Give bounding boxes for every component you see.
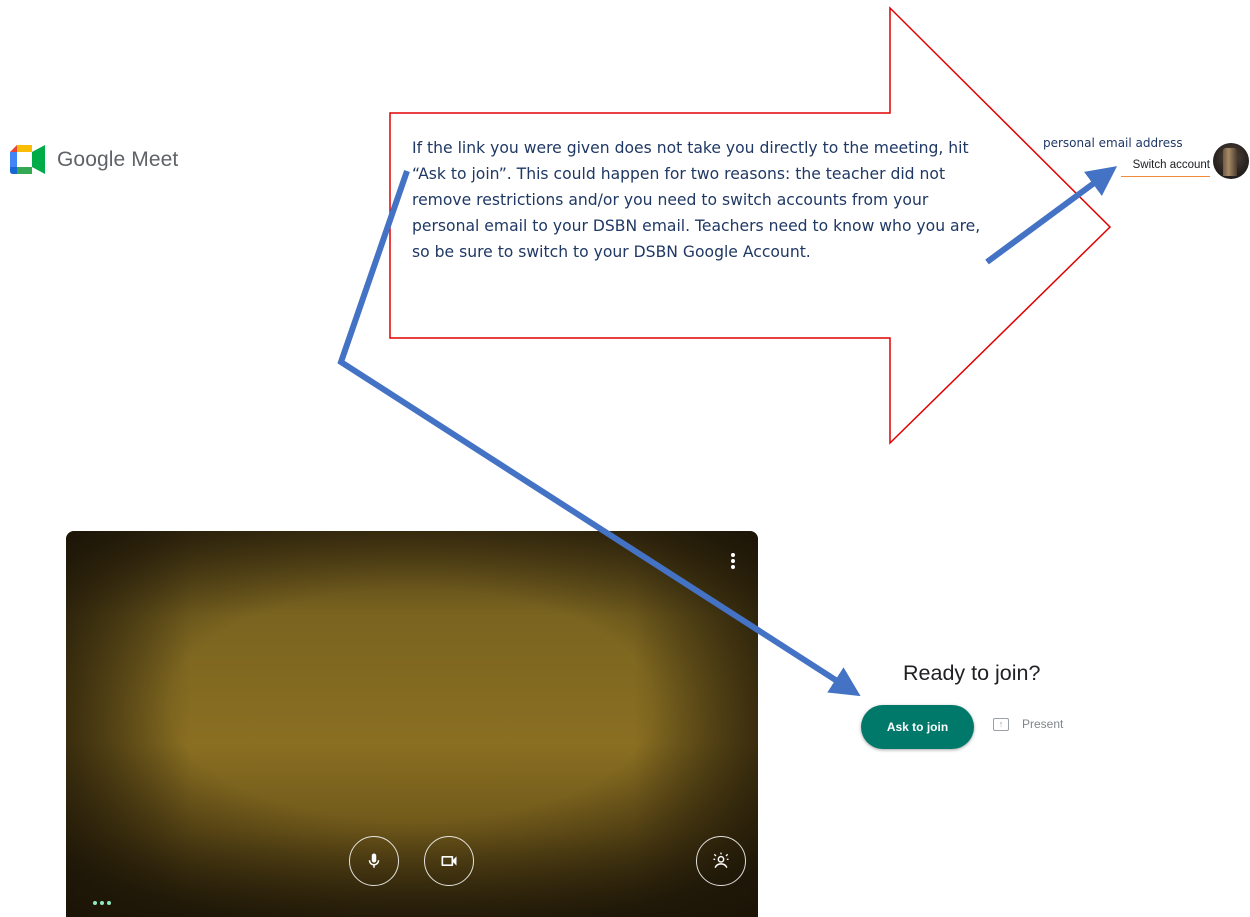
- annotation-text: If the link you were given does not take…: [412, 139, 981, 261]
- avatar[interactable]: [1213, 143, 1249, 179]
- present-to-all-icon: ↑: [993, 717, 1009, 731]
- meet-logo-icon: [10, 145, 45, 174]
- video-preview: [66, 531, 758, 917]
- self-view-indicator-icon: [93, 901, 111, 905]
- microphone-icon: [368, 853, 380, 868]
- present-label: Present: [1022, 717, 1064, 731]
- present-button[interactable]: ↑ Present: [993, 717, 1063, 731]
- switch-account-button[interactable]: Switch account: [1121, 159, 1210, 177]
- ready-to-join-title: Ready to join?: [903, 661, 1041, 685]
- background-effects-button[interactable]: [696, 836, 746, 886]
- microphone-button[interactable]: [349, 836, 399, 886]
- google-meet-logo: Google Meet: [10, 145, 178, 174]
- videocam-icon: [441, 856, 457, 866]
- more-vert-icon[interactable]: [730, 553, 736, 571]
- account-email-label: personal email address: [1043, 136, 1183, 150]
- camera-button[interactable]: [424, 836, 474, 886]
- ask-to-join-button[interactable]: Ask to join: [861, 705, 974, 749]
- meet-prejoin-screen: If the link you were given does not take…: [0, 0, 1250, 917]
- background-effects-icon: [713, 852, 729, 868]
- meet-logo-text: Google Meet: [57, 147, 179, 171]
